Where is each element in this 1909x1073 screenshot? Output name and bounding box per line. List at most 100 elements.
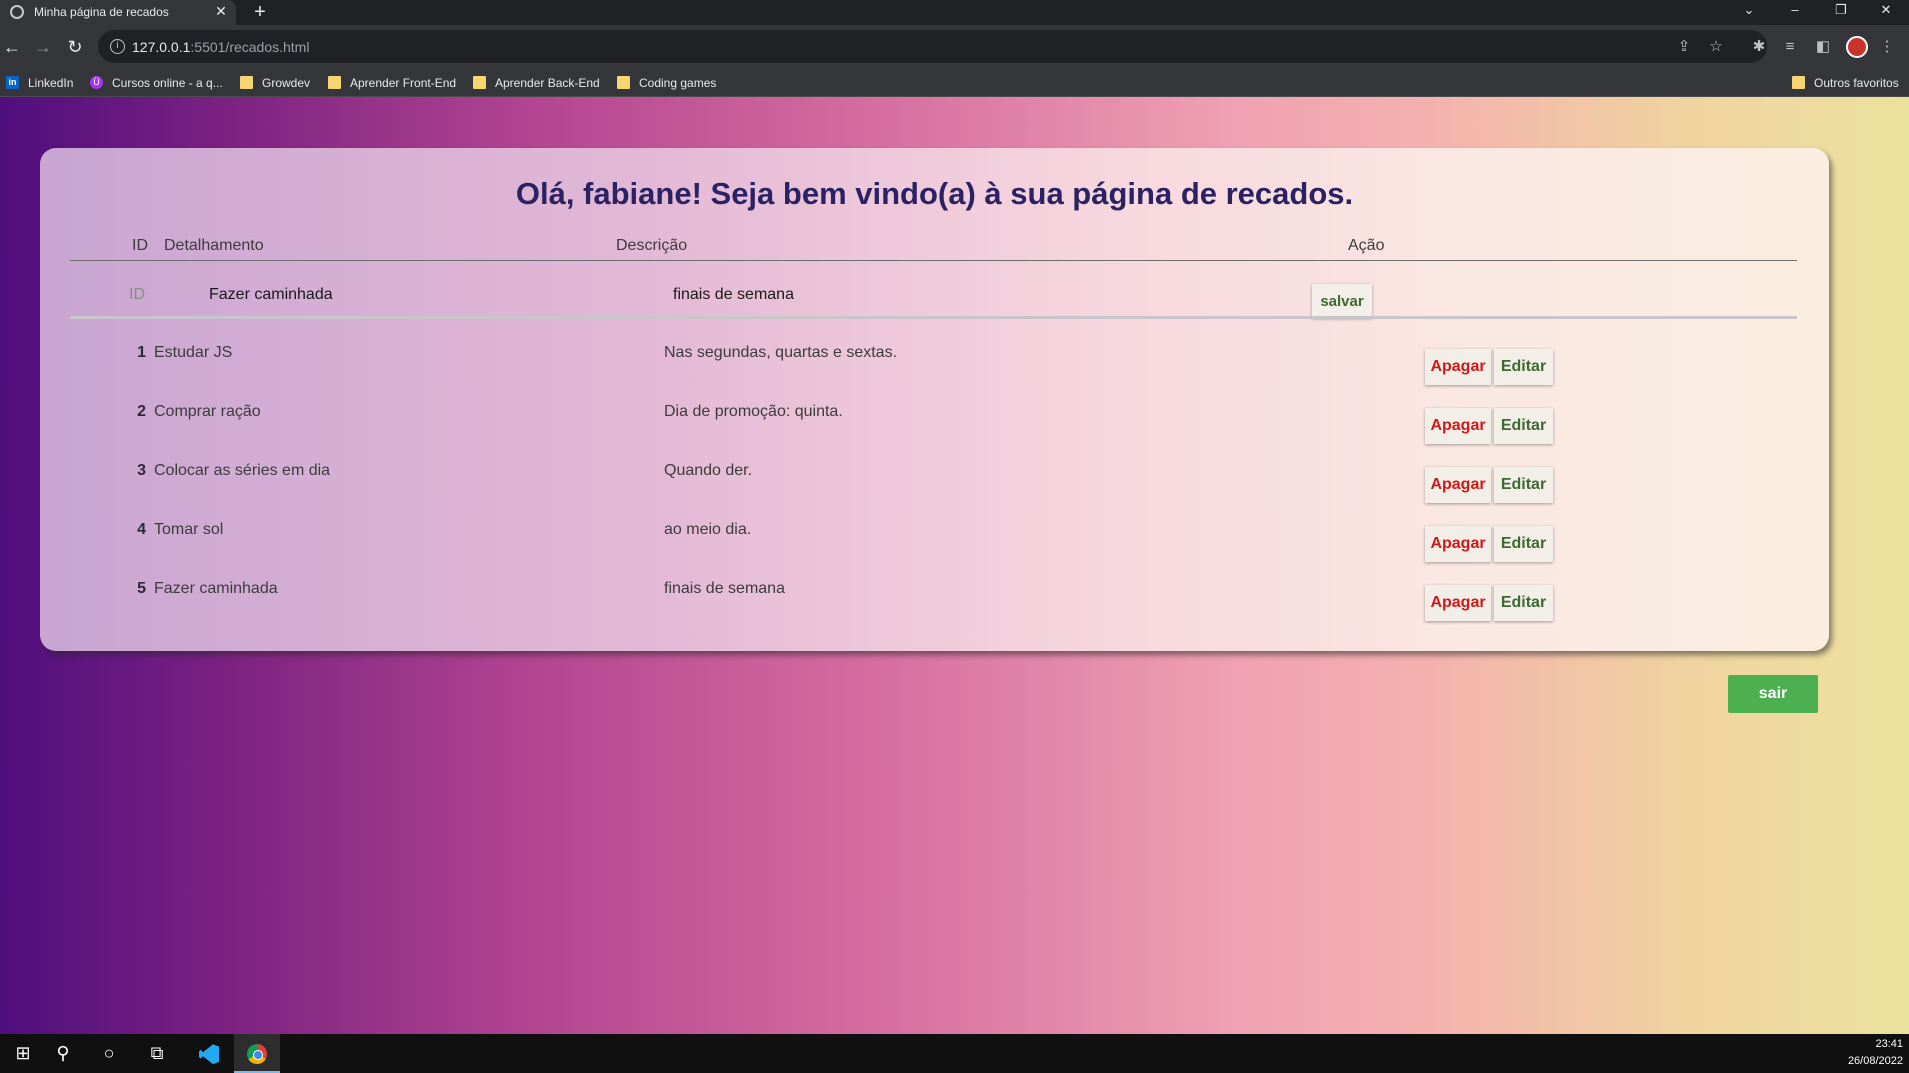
chrome-icon[interactable] bbox=[234, 1034, 280, 1073]
folder-icon bbox=[473, 76, 486, 89]
row-detail: Colocar as séries em dia bbox=[154, 462, 331, 479]
row-detail: Tomar sol bbox=[154, 521, 224, 538]
profile-avatar[interactable] bbox=[1846, 36, 1868, 58]
bookmark-back-end[interactable]: Aprender Back-End bbox=[473, 75, 600, 91]
url-text[interactable]: 127.0.0.1:5501/recados.html bbox=[132, 39, 309, 55]
row-description: finais de semana bbox=[664, 580, 785, 597]
bookmark-coding-games[interactable]: Coding games bbox=[617, 75, 716, 91]
logout-button[interactable]: sair bbox=[1728, 675, 1818, 713]
edit-button[interactable]: Editar bbox=[1494, 349, 1553, 385]
table-row: 1 Estudar JS Nas segundas, quartas e sex… bbox=[40, 344, 1829, 388]
linkedin-icon: in bbox=[6, 76, 19, 89]
edit-button[interactable]: Editar bbox=[1494, 585, 1553, 621]
forward-arrow-icon[interactable]: → bbox=[31, 35, 55, 59]
row-description: Dia de promoção: quinta. bbox=[664, 403, 843, 420]
row-description: Nas segundas, quartas e sextas. bbox=[664, 344, 898, 361]
bookmark-label: Coding games bbox=[639, 76, 717, 90]
column-header-id: ID bbox=[132, 237, 148, 254]
folder-icon bbox=[240, 76, 253, 89]
column-header-description: Descrição bbox=[616, 237, 688, 254]
row-description: Quando der. bbox=[664, 462, 753, 479]
edit-button[interactable]: Editar bbox=[1494, 408, 1553, 444]
bookmark-linkedin[interactable]: in LinkedIn bbox=[6, 75, 73, 91]
close-window-button[interactable]: ✕ bbox=[1863, 0, 1909, 22]
side-panel-icon[interactable]: ◧ bbox=[1813, 37, 1833, 57]
row-id: 1 bbox=[137, 344, 146, 361]
row-id: 5 bbox=[137, 580, 146, 597]
row-id: 2 bbox=[137, 403, 146, 420]
row-description: ao meio dia. bbox=[664, 521, 752, 538]
delete-button[interactable]: Apagar bbox=[1425, 585, 1491, 621]
cortana-icon[interactable]: ○ bbox=[86, 1034, 132, 1073]
table-row: 5 Fazer caminhada finais de semana Apaga… bbox=[40, 580, 1829, 624]
description-input[interactable]: finais de semana bbox=[673, 286, 794, 304]
tab-search-icon[interactable]: ⌄ bbox=[1726, 0, 1772, 22]
bookmark-front-end[interactable]: Aprender Front-End bbox=[328, 75, 456, 91]
header-divider bbox=[70, 260, 1797, 261]
folder-icon bbox=[1792, 76, 1805, 89]
share-icon[interactable]: ⇪ bbox=[1675, 38, 1693, 56]
table-row: 4 Tomar sol ao meio dia. Apagar Editar bbox=[40, 521, 1829, 565]
tab-title: Minha página de recados bbox=[34, 5, 169, 19]
search-icon[interactable]: ⚲ bbox=[40, 1034, 86, 1073]
row-detail: Estudar JS bbox=[154, 344, 233, 361]
new-tab-button[interactable]: + bbox=[248, 1, 272, 23]
edit-button[interactable]: Editar bbox=[1494, 526, 1553, 562]
task-view-icon[interactable]: ⧉ bbox=[134, 1034, 180, 1073]
restore-button[interactable]: ❐ bbox=[1818, 0, 1864, 22]
bookmark-label: Outros favoritos bbox=[1814, 76, 1899, 90]
table-row: 3 Colocar as séries em dia Quando der. A… bbox=[40, 462, 1829, 506]
bookmark-udemy[interactable]: Ü Cursos online - a q... bbox=[90, 75, 223, 91]
close-tab-icon[interactable]: ✕ bbox=[212, 2, 230, 20]
menu-icon[interactable]: ⋮ bbox=[1877, 37, 1897, 57]
browser-toolbar: ← → ↻ i 127.0.0.1:5501/recados.html ⇪ ☆ … bbox=[0, 25, 1909, 69]
delete-button[interactable]: Apagar bbox=[1425, 467, 1491, 503]
bookmark-label: Growdev bbox=[262, 76, 311, 90]
delete-button[interactable]: Apagar bbox=[1425, 408, 1491, 444]
globe-icon bbox=[10, 5, 24, 19]
page-title: Olá, fabiane! Seja bem vindo(a) à sua pá… bbox=[515, 176, 1354, 211]
row-detail: Fazer caminhada bbox=[154, 580, 278, 597]
edit-button[interactable]: Editar bbox=[1494, 467, 1553, 503]
messages-card: Olá, fabiane! Seja bem vindo(a) à sua pá… bbox=[40, 148, 1829, 651]
page-viewport: Olá, fabiane! Seja bem vindo(a) à sua pá… bbox=[0, 97, 1909, 1034]
bookmark-label: LinkedIn bbox=[28, 76, 74, 90]
bookmark-other[interactable]: Outros favoritos bbox=[1792, 75, 1899, 91]
folder-icon bbox=[617, 76, 630, 89]
row-id: 3 bbox=[137, 462, 146, 479]
site-info-icon[interactable]: i bbox=[110, 39, 125, 54]
save-button[interactable]: salvar bbox=[1312, 284, 1372, 318]
taskbar: ⊞ ⚲ ○ ⧉ 23:41 26/08/2022 bbox=[0, 1034, 1909, 1073]
address-bar[interactable]: i 127.0.0.1:5501/recados.html ⇪ ☆ bbox=[98, 30, 1767, 63]
url-path: :5501/recados.html bbox=[190, 39, 310, 55]
folder-icon bbox=[328, 76, 341, 89]
browser-tab[interactable]: Minha página de recados ✕ bbox=[0, 0, 236, 25]
detail-input[interactable]: Fazer caminhada bbox=[209, 286, 333, 304]
bookmark-label: Cursos online - a q... bbox=[112, 76, 223, 90]
bookmarks-bar: in LinkedIn Ü Cursos online - a q... Growd… bbox=[0, 69, 1909, 97]
minimize-button[interactable]: – bbox=[1772, 0, 1818, 22]
clock-date: 26/08/2022 bbox=[1847, 1055, 1903, 1067]
table-row: 2 Comprar ração Dia de promoção: quinta.… bbox=[40, 403, 1829, 447]
column-header-action: Ação bbox=[1348, 237, 1385, 254]
reading-list-icon[interactable]: ≡ bbox=[1780, 37, 1800, 57]
row-detail: Comprar ração bbox=[154, 403, 261, 420]
column-header-detail: Detalhamento bbox=[164, 237, 264, 254]
back-arrow-icon[interactable]: ← bbox=[0, 35, 24, 59]
form-divider bbox=[70, 316, 1797, 319]
bookmark-label: Aprender Back-End bbox=[495, 76, 600, 90]
extensions-icon[interactable]: ✱ bbox=[1749, 37, 1769, 57]
star-icon[interactable]: ☆ bbox=[1707, 38, 1725, 56]
reload-icon[interactable]: ↻ bbox=[63, 35, 87, 59]
tab-strip: Minha página de recados ✕ + ⌄ – ❐ ✕ bbox=[0, 0, 1909, 25]
delete-button[interactable]: Apagar bbox=[1425, 526, 1491, 562]
clock-time: 23:41 bbox=[1875, 1038, 1903, 1050]
id-input[interactable]: ID bbox=[129, 286, 145, 304]
delete-button[interactable]: Apagar bbox=[1425, 349, 1491, 385]
bookmark-growdev[interactable]: Growdev bbox=[240, 75, 310, 91]
url-host: 127.0.0.1 bbox=[132, 39, 191, 55]
bookmark-label: Aprender Front-End bbox=[350, 76, 457, 90]
row-id: 4 bbox=[137, 521, 146, 538]
udemy-icon: Ü bbox=[90, 76, 103, 89]
vscode-icon[interactable] bbox=[186, 1034, 232, 1073]
